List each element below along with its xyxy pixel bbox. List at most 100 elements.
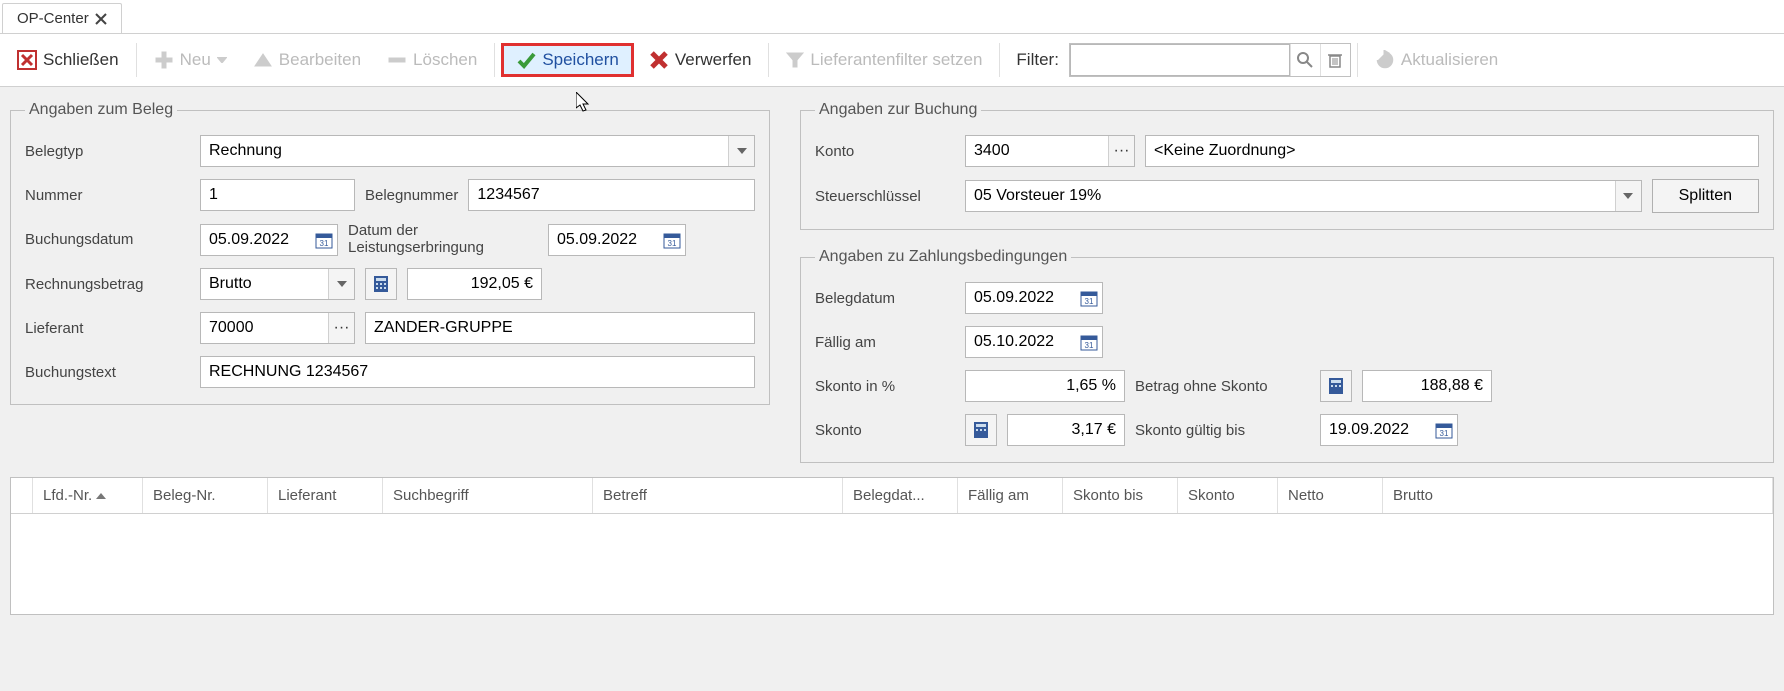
- belegtyp-label: Belegtyp: [25, 143, 190, 160]
- calendar-icon[interactable]: 31: [1431, 415, 1457, 445]
- close-button[interactable]: Schließen: [6, 43, 130, 77]
- leistung-date[interactable]: 31: [548, 224, 686, 256]
- close-icon[interactable]: [95, 13, 107, 25]
- buchungsdatum-input[interactable]: [201, 226, 311, 254]
- lieferant-label: Lieferant: [25, 320, 190, 337]
- konto-assignment-input[interactable]: [1145, 135, 1759, 167]
- belegdatum-label: Belegdatum: [815, 290, 955, 307]
- discard-button[interactable]: Verwerfen: [638, 43, 763, 77]
- col-lieferant[interactable]: Lieferant: [268, 478, 383, 513]
- leistung-input[interactable]: [549, 226, 659, 254]
- betrag-ohne-input[interactable]: [1362, 370, 1492, 402]
- belegnummer-input[interactable]: [468, 179, 755, 211]
- fieldset-beleg: Angaben zum Beleg Belegtyp Nummer Belegn…: [10, 101, 770, 405]
- skonto-bis-input[interactable]: [1321, 416, 1431, 444]
- tab-title: OP-Center: [17, 10, 89, 27]
- col-lfdnr[interactable]: Lfd.-Nr.: [33, 478, 143, 513]
- col-suchbegriff[interactable]: Suchbegriff: [383, 478, 593, 513]
- filter-input[interactable]: [1070, 44, 1290, 76]
- faellig-date[interactable]: 31: [965, 326, 1103, 358]
- col-brutto[interactable]: Brutto: [1383, 478, 1773, 513]
- col-faellig[interactable]: Fällig am: [958, 478, 1063, 513]
- close-label: Schließen: [43, 50, 119, 70]
- col-belegnr[interactable]: Beleg-Nr.: [143, 478, 268, 513]
- col-selector[interactable]: [11, 478, 33, 513]
- konto-input[interactable]: [966, 137, 1108, 165]
- calculator-icon[interactable]: [965, 414, 997, 446]
- col-skonto[interactable]: Skonto: [1178, 478, 1278, 513]
- splitten-button[interactable]: Splitten: [1652, 179, 1759, 213]
- grid: Lfd.-Nr. Beleg-Nr. Lieferant Suchbegriff…: [10, 477, 1774, 615]
- edit-label: Bearbeiten: [279, 50, 361, 70]
- calendar-icon[interactable]: 31: [659, 225, 685, 255]
- leistung-label: Datum der Leistungserbringung: [348, 223, 538, 256]
- belegdatum-input[interactable]: [966, 284, 1076, 312]
- belegdatum-date[interactable]: 31: [965, 282, 1103, 314]
- rbetrag-mode-combo[interactable]: [200, 268, 355, 300]
- rbetrag-mode-value[interactable]: [201, 270, 328, 298]
- nummer-input[interactable]: [200, 179, 355, 211]
- skonto-bis-date[interactable]: 31: [1320, 414, 1458, 446]
- ellipsis-icon[interactable]: ···: [1108, 136, 1134, 166]
- separator: [768, 43, 769, 77]
- chevron-down-icon[interactable]: [728, 136, 754, 166]
- calendar-icon[interactable]: 31: [1076, 283, 1102, 313]
- col-belegdat[interactable]: Belegdat...: [843, 478, 958, 513]
- separator: [494, 43, 495, 77]
- refresh-icon: [1375, 50, 1395, 70]
- belegtyp-value[interactable]: [201, 137, 728, 165]
- steuer-value[interactable]: [966, 182, 1615, 210]
- new-button: Neu: [143, 43, 238, 77]
- tab-bar: OP-Center: [0, 0, 1784, 34]
- col-betreff[interactable]: Betreff: [593, 478, 843, 513]
- nummer-label: Nummer: [25, 187, 190, 204]
- refresh-button: Aktualisieren: [1364, 43, 1509, 77]
- grid-body[interactable]: [11, 514, 1773, 614]
- trash-icon[interactable]: [1320, 44, 1350, 76]
- calendar-icon[interactable]: 31: [311, 225, 337, 255]
- belegnummer-label: Belegnummer: [365, 187, 458, 204]
- x-icon: [649, 50, 669, 70]
- search-icon[interactable]: [1290, 44, 1320, 76]
- chevron-down-icon[interactable]: [328, 269, 354, 299]
- skonto-pct-input[interactable]: [965, 370, 1125, 402]
- buchungstext-input[interactable]: [200, 356, 755, 388]
- calculator-icon[interactable]: [1320, 370, 1352, 402]
- funnel-icon: [786, 51, 804, 69]
- delete-label: Löschen: [413, 50, 477, 70]
- steuer-combo[interactable]: [965, 180, 1642, 212]
- chevron-down-icon[interactable]: [1615, 181, 1641, 211]
- buchungsdatum-date[interactable]: 31: [200, 224, 338, 256]
- svg-text:31: 31: [1085, 297, 1094, 306]
- fieldset-zahlung: Angaben zu Zahlungsbedingungen Belegdatu…: [800, 248, 1774, 463]
- skonto-input[interactable]: [1007, 414, 1125, 446]
- supplier-filter-label: Lieferantenfilter setzen: [810, 50, 982, 70]
- fieldset-buchung: Angaben zur Buchung Konto ··· Steuerschl…: [800, 101, 1774, 230]
- filter-box: [1069, 43, 1351, 77]
- skonto-bis-label: Skonto gültig bis: [1135, 422, 1310, 439]
- save-button[interactable]: Speichern: [501, 43, 634, 77]
- col-skontobis[interactable]: Skonto bis: [1063, 478, 1178, 513]
- x-icon: [17, 50, 37, 70]
- tab-op-center[interactable]: OP-Center: [2, 3, 122, 33]
- refresh-label: Aktualisieren: [1401, 50, 1498, 70]
- lieferant-code-input[interactable]: [201, 314, 328, 342]
- edit-button: Bearbeiten: [242, 43, 372, 77]
- ellipsis-icon[interactable]: ···: [328, 313, 354, 343]
- rbetrag-input[interactable]: [407, 268, 542, 300]
- belegtyp-combo[interactable]: [200, 135, 755, 167]
- faellig-input[interactable]: [966, 328, 1076, 356]
- new-label: Neu: [180, 50, 211, 70]
- calculator-icon[interactable]: [365, 268, 397, 300]
- calendar-icon[interactable]: 31: [1076, 327, 1102, 357]
- lieferant-picker[interactable]: ···: [200, 312, 355, 344]
- save-label: Speichern: [542, 50, 619, 70]
- beleg-legend: Angaben zum Beleg: [25, 101, 177, 119]
- sort-asc-icon: [96, 493, 106, 499]
- triangle-icon: [253, 50, 273, 70]
- svg-text:31: 31: [1440, 429, 1449, 438]
- skonto-pct-label: Skonto in %: [815, 378, 955, 395]
- col-netto[interactable]: Netto: [1278, 478, 1383, 513]
- lieferant-name-input[interactable]: [365, 312, 755, 344]
- konto-picker[interactable]: ···: [965, 135, 1135, 167]
